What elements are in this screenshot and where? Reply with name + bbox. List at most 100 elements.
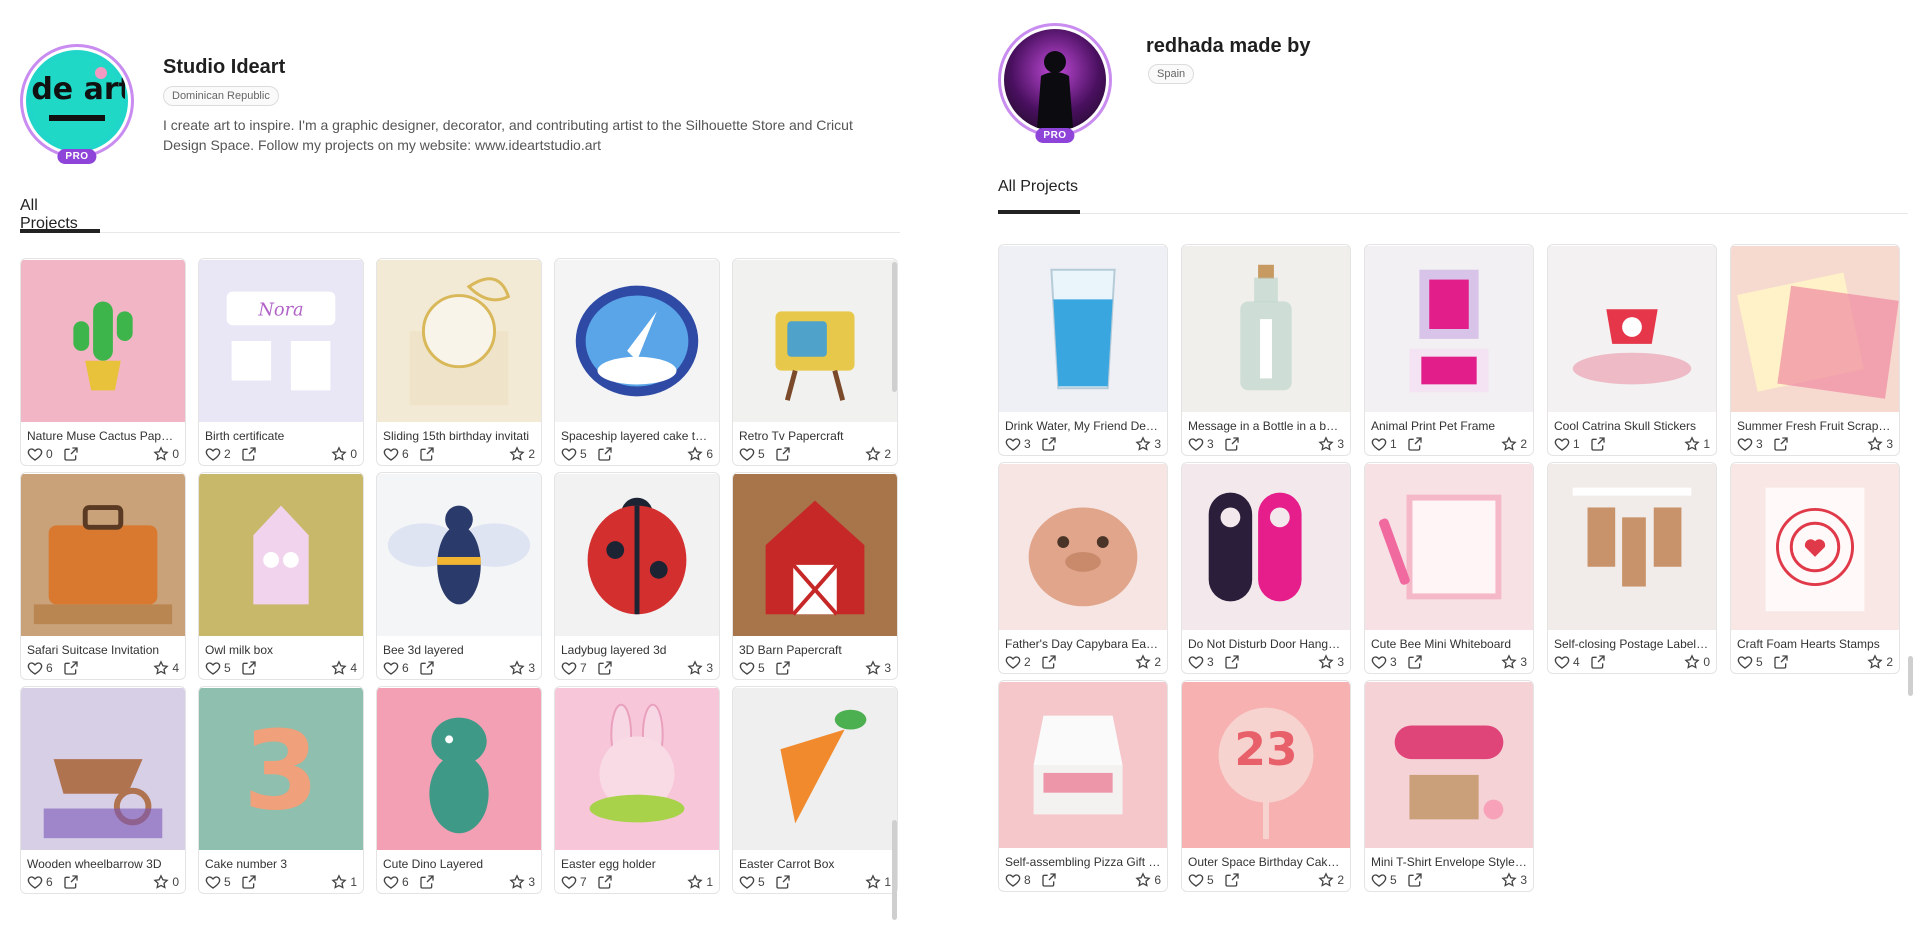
project-title[interactable]: Cool Catrina Skull Stickers [1548,413,1716,433]
project-title[interactable]: Sliding 15th birthday invitati [377,423,541,443]
share-button[interactable] [63,446,79,462]
project-card[interactable]: Easter Carrot Box 5 1 [732,686,898,894]
project-thumbnail[interactable] [21,687,185,851]
like-button[interactable]: 5 [739,446,765,462]
like-button[interactable]: 7 [561,660,587,676]
project-thumbnail[interactable] [1182,463,1350,631]
project-title[interactable]: Father's Day Capybara Easel [999,631,1167,651]
share-button[interactable] [1041,872,1057,888]
like-button[interactable]: 5 [739,660,765,676]
project-card[interactable]: Safari Suitcase Invitation 6 4 [20,472,186,680]
project-card[interactable]: Craft Foam Hearts Stamps 5 2 [1730,462,1900,674]
like-button[interactable]: 3 [1188,654,1214,670]
like-button[interactable]: 2 [1005,654,1031,670]
favorite-button[interactable]: 1 [1684,436,1710,452]
like-button[interactable]: 3 [1737,436,1763,452]
project-title[interactable]: Craft Foam Hearts Stamps [1731,631,1899,651]
share-button[interactable] [1773,436,1789,452]
project-card[interactable]: Self-closing Postage Label T... 4 0 [1547,462,1717,674]
share-button[interactable] [1224,872,1240,888]
share-button[interactable] [775,874,791,890]
like-button[interactable]: 6 [383,874,409,890]
favorite-button[interactable]: 3 [865,660,891,676]
favorite-button[interactable]: 3 [687,660,713,676]
like-button[interactable]: 3 [1188,436,1214,452]
project-thumbnail[interactable] [1731,245,1899,413]
favorite-button[interactable]: 2 [1867,654,1893,670]
project-card[interactable]: Owl milk box 5 4 [198,472,364,680]
favorite-button[interactable]: 6 [687,446,713,462]
project-thumbnail[interactable] [1731,463,1899,631]
favorite-button[interactable]: 6 [1135,872,1161,888]
share-button[interactable] [241,660,257,676]
share-button[interactable] [1590,654,1606,670]
project-card[interactable]: Mini T-Shirt Envelope Style ... 5 3 [1364,680,1534,892]
like-button[interactable]: 4 [1554,654,1580,670]
like-button[interactable]: 1 [1554,436,1580,452]
project-thumbnail[interactable] [555,687,719,851]
project-thumbnail[interactable]: 3 [199,687,363,851]
project-thumbnail[interactable] [1182,245,1350,413]
like-button[interactable]: 0 [27,446,53,462]
project-thumbnail[interactable] [1548,463,1716,631]
favorite-button[interactable]: 4 [153,660,179,676]
favorite-button[interactable]: 0 [153,446,179,462]
like-button[interactable]: 5 [561,446,587,462]
share-button[interactable] [597,660,613,676]
like-button[interactable]: 5 [1188,872,1214,888]
scrollbar[interactable] [892,262,897,392]
project-title[interactable]: Cute Dino Layered [377,851,541,871]
project-thumbnail[interactable] [999,245,1167,413]
favorite-button[interactable]: 2 [1501,436,1527,452]
favorite-button[interactable]: 2 [865,446,891,462]
project-card[interactable]: 3 Cake number 3 5 1 [198,686,364,894]
like-button[interactable]: 6 [27,660,53,676]
project-card[interactable]: Bee 3d layered 6 3 [376,472,542,680]
project-title[interactable]: Animal Print Pet Frame [1365,413,1533,433]
project-thumbnail[interactable]: Nora [199,259,363,423]
project-thumbnail[interactable] [1548,245,1716,413]
project-title[interactable]: Safari Suitcase Invitation [21,637,185,657]
share-button[interactable] [241,874,257,890]
project-title[interactable]: Ladybug layered 3d [555,637,719,657]
share-button[interactable] [1041,654,1057,670]
project-card[interactable]: Summer Fresh Fruit Scrap P... 3 3 [1730,244,1900,456]
project-card[interactable]: Cute Dino Layered 6 3 [376,686,542,894]
share-button[interactable] [419,660,435,676]
share-button[interactable] [597,446,613,462]
share-button[interactable] [419,874,435,890]
project-title[interactable]: Bee 3d layered [377,637,541,657]
like-button[interactable]: 5 [1371,872,1397,888]
project-title[interactable]: Spaceship layered cake top... [555,423,719,443]
project-thumbnail[interactable] [999,463,1167,631]
project-title[interactable]: Retro Tv Papercraft [733,423,897,443]
project-title[interactable]: Self-assembling Pizza Gift B... [999,849,1167,869]
project-card[interactable]: Cute Bee Mini Whiteboard 3 3 [1364,462,1534,674]
project-card[interactable]: Sliding 15th birthday invitati 6 2 [376,258,542,466]
share-button[interactable] [63,660,79,676]
like-button[interactable]: 3 [1371,654,1397,670]
share-button[interactable] [1224,436,1240,452]
project-card[interactable]: Nora Birth certificate 2 0 [198,258,364,466]
share-button[interactable] [63,874,79,890]
project-title[interactable]: Mini T-Shirt Envelope Style ... [1365,849,1533,869]
share-button[interactable] [1773,654,1789,670]
project-card[interactable]: Do Not Disturb Door Hange... 3 3 [1181,462,1351,674]
favorite-button[interactable]: 3 [1501,872,1527,888]
like-button[interactable]: 3 [1005,436,1031,452]
project-thumbnail[interactable] [21,259,185,423]
favorite-button[interactable]: 4 [331,660,357,676]
project-card[interactable]: Spaceship layered cake top... 5 6 [554,258,720,466]
share-button[interactable] [775,660,791,676]
favorite-button[interactable]: 1 [865,874,891,890]
project-title[interactable]: Outer Space Birthday Cake ... [1182,849,1350,869]
project-card[interactable]: 3D Barn Papercraft 5 3 [732,472,898,680]
project-title[interactable]: Do Not Disturb Door Hange... [1182,631,1350,651]
project-card[interactable]: 23 Outer Space Birthday Cake ... 5 2 [1181,680,1351,892]
like-button[interactable]: 7 [561,874,587,890]
avatar[interactable]: ide art PRO [20,44,134,164]
project-title[interactable]: Cake number 3 [199,851,363,871]
share-button[interactable] [419,446,435,462]
project-thumbnail[interactable] [1365,245,1533,413]
scrollbar[interactable] [892,820,897,920]
